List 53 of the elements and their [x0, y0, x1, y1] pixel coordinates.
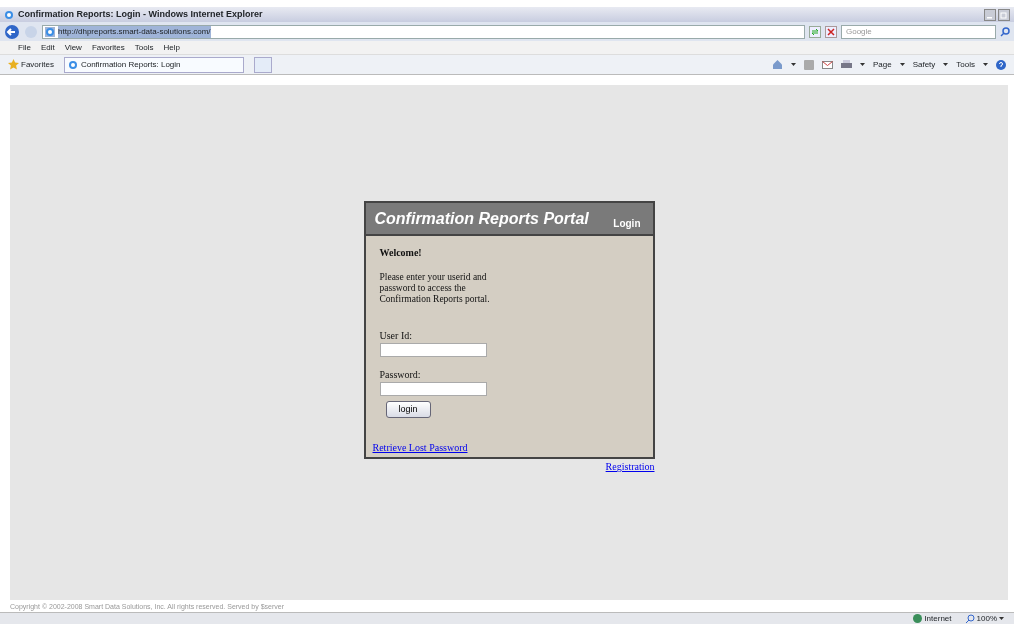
menu-item[interactable]: Favorites [91, 41, 125, 54]
favorites-label: Favorites [21, 58, 54, 71]
search-icon[interactable] [1000, 26, 1010, 37]
field-label: User Id: [379, 328, 413, 343]
browser-tab[interactable]: Confirmation Reports: Login [63, 56, 244, 73]
login-button[interactable]: login [385, 400, 431, 419]
refresh-button[interactable] [809, 25, 821, 38]
url-text: http://dhpreports.smart-data-solutions.com/ [58, 25, 211, 38]
restore-button[interactable] [998, 8, 1010, 21]
userid-field[interactable] [379, 342, 487, 357]
printer-icon[interactable] [840, 59, 852, 70]
caret-icon [790, 63, 796, 66]
welcome-heading: Welcome! [379, 245, 423, 260]
address-field[interactable]: http://dhpreports.smart-data-solutions.com/ [42, 24, 805, 39]
browser-logo-icon [45, 26, 55, 37]
caret-icon [899, 63, 905, 66]
caret-icon [943, 63, 949, 66]
menu-item[interactable]: Help [163, 41, 180, 54]
tab-title: Confirmation Reports: Login [80, 58, 181, 71]
minimize-button[interactable] [984, 8, 996, 21]
magnifier-icon[interactable] [965, 614, 975, 623]
globe-icon [913, 614, 923, 623]
field-label: Password: [379, 367, 422, 382]
caret-icon [983, 63, 988, 66]
zoom-level[interactable]: 100% [976, 612, 997, 624]
mail-icon[interactable] [821, 60, 833, 69]
browser-logo-icon [4, 9, 14, 20]
favorites-button[interactable]: Favorites [8, 58, 54, 71]
portal-title: Confirmation Reports Portal [374, 208, 589, 229]
caret-icon[interactable] [999, 617, 1004, 620]
lost-password-link[interactable]: Retrieve Lost Password [372, 442, 468, 454]
new-tab-button[interactable] [253, 56, 272, 73]
password-field[interactable] [379, 381, 487, 396]
stop-button[interactable] [825, 25, 837, 38]
command-menu[interactable]: Page [872, 58, 892, 71]
caret-icon [859, 63, 865, 66]
back-button[interactable] [4, 23, 20, 40]
command-menu[interactable]: Safety [912, 58, 936, 71]
home-icon[interactable] [771, 59, 783, 70]
star-icon [8, 59, 19, 70]
menu-item[interactable]: File [18, 41, 31, 54]
zone-label: Internet [924, 612, 952, 624]
menu-item[interactable]: View [64, 41, 82, 54]
help-icon[interactable] [996, 59, 1006, 70]
section-label: Login [613, 216, 641, 231]
instructions-text: Please enter your userid and password to access the Confirmation Reports portal. [379, 271, 491, 306]
command-menu[interactable]: Tools [956, 58, 975, 71]
browser-logo-icon [67, 59, 78, 70]
menu-item[interactable]: Edit [40, 41, 55, 54]
window-title: Confirmation Reports: Login - Windows Internet Explorer [18, 7, 263, 21]
menu-item[interactable]: Tools [134, 41, 154, 54]
feed-icon[interactable] [803, 59, 814, 70]
registration-link[interactable]: Registration [605, 461, 655, 473]
